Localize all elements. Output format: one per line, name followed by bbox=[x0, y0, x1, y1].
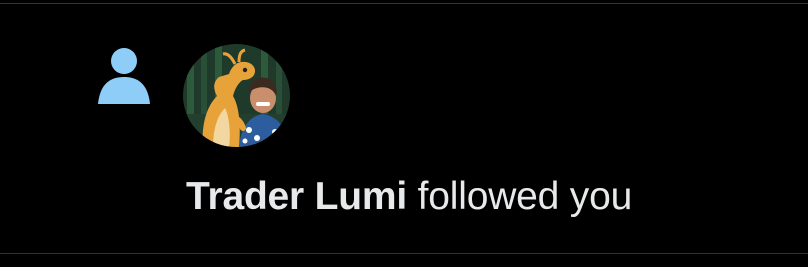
notification-text: Trader Lumi followed you bbox=[186, 172, 632, 222]
avatar-image bbox=[183, 44, 290, 147]
action-text: followed you bbox=[417, 175, 633, 218]
bottom-divider bbox=[0, 253, 808, 254]
user-name-link[interactable]: Trader Lumi bbox=[186, 175, 407, 218]
top-divider bbox=[0, 3, 808, 4]
user-avatar[interactable] bbox=[183, 44, 290, 147]
person-icon bbox=[98, 48, 150, 104]
